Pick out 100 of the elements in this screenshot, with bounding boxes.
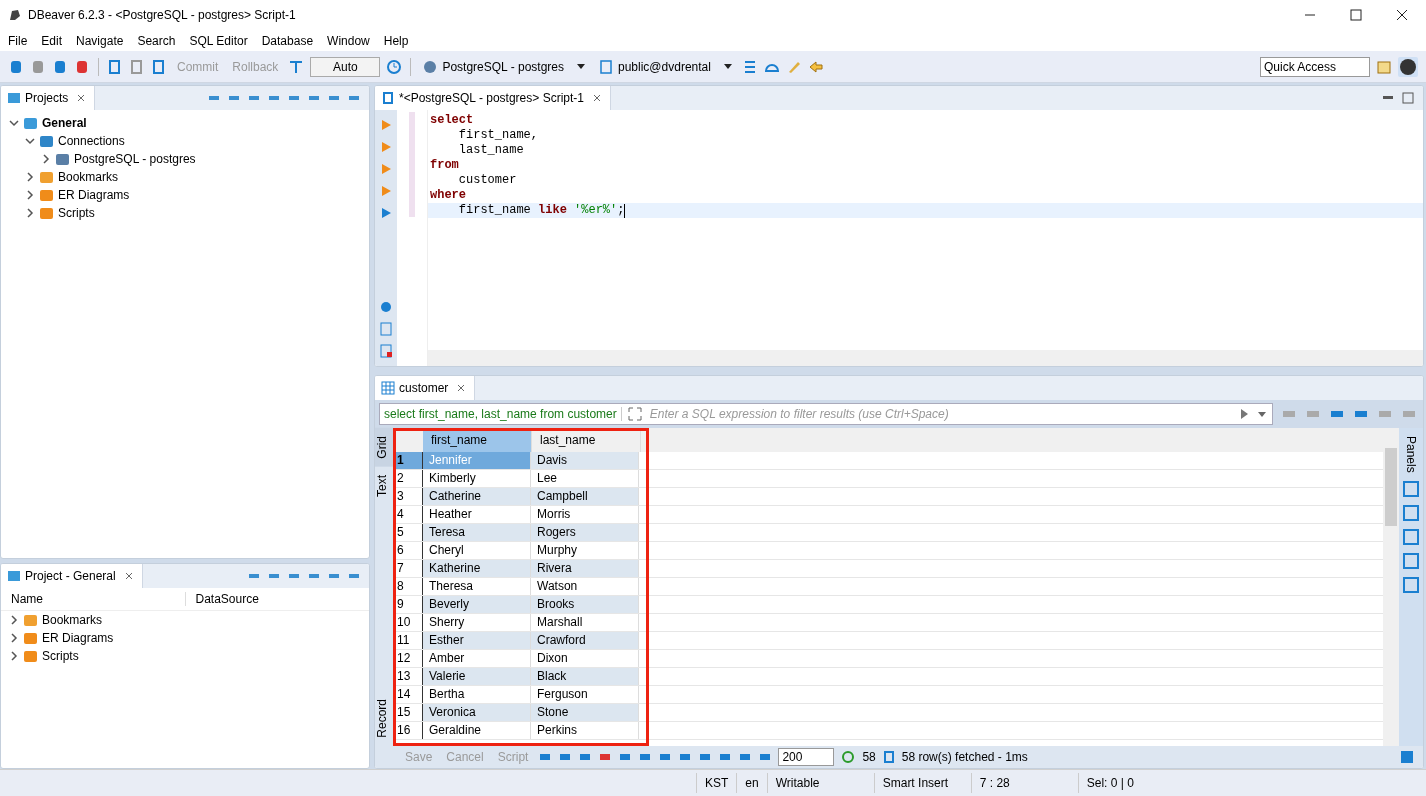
table-cell[interactable]: Kimberly (423, 470, 531, 487)
chevron-icon[interactable] (9, 615, 19, 625)
menu-item[interactable]: Database (261, 33, 314, 48)
row-number[interactable]: 10 (393, 614, 423, 631)
code-line: first_name, (457, 128, 540, 143)
table-cell[interactable]: Crawford (531, 632, 639, 649)
menu-item[interactable]: Edit (41, 33, 63, 48)
view-tab[interactable]: Grid (375, 428, 393, 467)
tree-item[interactable]: Bookmarks (1, 611, 369, 629)
results-tab[interactable]: customer (375, 376, 476, 400)
projects-tab[interactable]: Projects (1, 86, 96, 110)
horizontal-scrollbar[interactable] (428, 350, 1423, 366)
table-cell[interactable]: Esther (423, 632, 531, 649)
run-icon[interactable] (379, 140, 393, 154)
fetch-size-field[interactable]: 200 (778, 748, 835, 766)
menu-item[interactable]: Search (137, 33, 176, 48)
row-number[interactable]: 4 (393, 506, 423, 523)
table-cell[interactable]: Watson (531, 578, 639, 595)
query-text[interactable]: select first_name, last_name from customer (384, 407, 622, 421)
table-cell[interactable]: Murphy (531, 542, 639, 559)
tree-item[interactable]: ER Diagrams (1, 186, 369, 204)
panels-tab[interactable]: Panels (1404, 436, 1418, 473)
row-number[interactable]: 16 (393, 722, 423, 739)
schema-selector[interactable]: public@dvdrental (595, 59, 736, 74)
table-cell[interactable]: Morris (531, 506, 639, 523)
table-cell[interactable]: Ferguson (531, 686, 639, 703)
chevron-icon[interactable] (41, 154, 51, 164)
row-number[interactable]: 6 (393, 542, 423, 559)
tree-item[interactable]: General (1, 114, 369, 132)
table-cell[interactable]: Marshall (531, 614, 639, 631)
table-cell[interactable]: Katherine (423, 560, 531, 577)
table-cell[interactable]: Teresa (423, 524, 531, 541)
code-line: customer (457, 173, 518, 188)
column-header[interactable]: Name (1, 592, 185, 606)
tree-item[interactable]: ER Diagrams (1, 629, 369, 647)
history-icon[interactable] (386, 58, 403, 75)
menu-item[interactable]: Navigate (76, 33, 124, 48)
chevron-icon[interactable] (25, 172, 35, 182)
table-cell[interactable]: Catherine (423, 488, 531, 505)
row-number[interactable]: 8 (393, 578, 423, 595)
tree-item[interactable]: Scripts (1, 647, 369, 665)
tree-label: Bookmarks (58, 170, 119, 184)
tree-item[interactable]: PostgreSQL - postgres (1, 150, 369, 168)
menu-item[interactable]: File (8, 33, 28, 48)
menu-item[interactable]: Help (383, 33, 409, 48)
menu-item[interactable]: SQL Editor (189, 33, 248, 48)
status-item: Sel: 0 | 0 (1077, 773, 1142, 793)
table-cell[interactable]: Rivera (531, 560, 639, 577)
folder-icon (39, 206, 54, 220)
folder-icon (39, 170, 54, 184)
row-number[interactable]: 12 (393, 650, 423, 667)
commit-mode-button[interactable]: Auto (310, 56, 381, 77)
table-cell[interactable]: Cheryl (423, 542, 531, 559)
table-cell[interactable]: Rogers (531, 524, 639, 541)
chevron-icon[interactable] (25, 208, 35, 218)
table-cell[interactable]: Beverly (423, 596, 531, 613)
table-cell[interactable]: Heather (423, 506, 531, 523)
view-tab[interactable]: Record (375, 691, 393, 746)
table-cell[interactable]: Bertha (423, 686, 531, 703)
chevron-icon[interactable] (25, 190, 35, 200)
table-cell[interactable]: Geraldine (423, 722, 531, 739)
tree-label: ER Diagrams (42, 631, 114, 645)
table-cell[interactable]: Amber (423, 650, 531, 667)
chevron-icon[interactable] (9, 118, 19, 128)
code-line: select (429, 113, 475, 128)
table-cell[interactable]: Davis (531, 452, 639, 469)
quick-access-field[interactable]: Quick Access (1260, 56, 1370, 77)
table-cell[interactable]: Veronica (423, 704, 531, 721)
table-cell[interactable]: Black (531, 668, 639, 685)
view-tab[interactable]: Text (375, 466, 393, 505)
editor-tab[interactable]: *<PostgreSQL - postgres> Script-1 (375, 86, 611, 110)
connection-selector[interactable]: PostgreSQL - postgres (419, 59, 589, 74)
table-cell[interactable]: Perkins (531, 722, 639, 739)
table-cell[interactable]: Valerie (423, 668, 531, 685)
table-cell[interactable]: Dixon (531, 650, 639, 667)
close-icon[interactable] (1396, 9, 1408, 21)
table-cell[interactable]: Theresa (423, 578, 531, 595)
chevron-icon[interactable] (25, 136, 35, 146)
chevron-icon[interactable] (9, 651, 19, 661)
tree-item[interactable]: Bookmarks (1, 168, 369, 186)
window-title: DBeaver 6.2.3 - <PostgreSQL - postgres> Script-1 (28, 8, 296, 22)
table-cell[interactable]: Lee (531, 470, 639, 487)
vertical-scrollbar[interactable] (1383, 428, 1399, 746)
tree-item[interactable]: Connections (1, 132, 369, 150)
table-cell[interactable]: Brooks (531, 596, 639, 613)
filter-field[interactable]: select first_name, last_name from customer Enter a SQL expression to filter results (use Ctrl+Space) (379, 403, 1273, 425)
chevron-icon[interactable] (9, 633, 19, 643)
column-header[interactable]: DataSource (184, 592, 369, 606)
tree-label: Scripts (42, 649, 79, 663)
row-number[interactable]: 14 (393, 686, 423, 703)
status-item: Writable (766, 773, 874, 793)
project-general-tab[interactable]: Project - General (1, 564, 143, 588)
table-cell[interactable]: Stone (531, 704, 639, 721)
table-cell[interactable]: Sherry (423, 614, 531, 631)
run-icon[interactable] (379, 118, 393, 132)
row-number[interactable]: 2 (393, 470, 423, 487)
menu-item[interactable]: Window (327, 33, 370, 48)
play-icon[interactable] (1238, 408, 1250, 420)
table-cell[interactable]: Campbell (531, 488, 639, 505)
tree-item[interactable]: Scripts (1, 204, 369, 222)
